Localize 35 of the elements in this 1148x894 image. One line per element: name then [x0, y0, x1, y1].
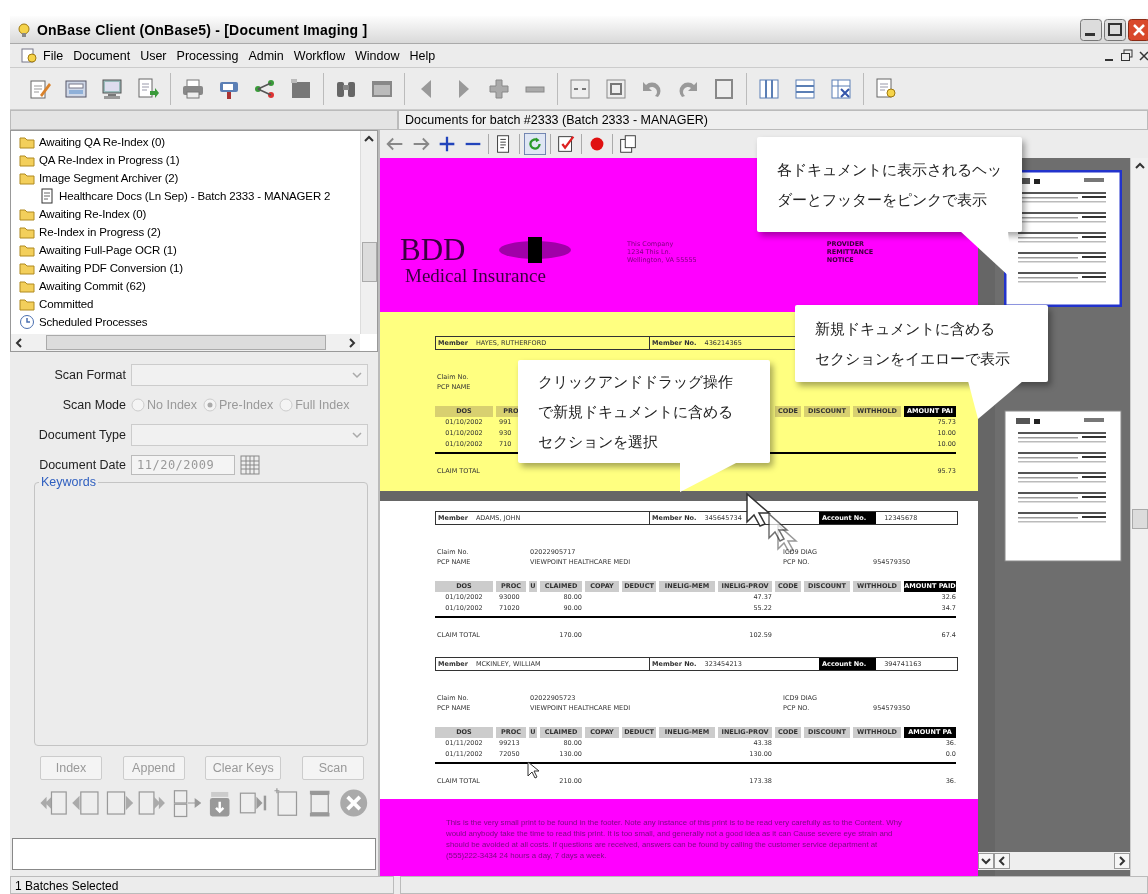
field-label: Scan Mode: [61, 398, 126, 412]
tree-item[interactable]: Committed: [39, 298, 94, 310]
window-title: OnBase Client (OnBase5) - [Document Imaging ]: [37, 21, 369, 38]
menu-item[interactable]: Admin: [243, 46, 289, 65]
tree-item[interactable]: Scheduled Processes: [39, 316, 148, 328]
field-label: Scan Format: [53, 368, 126, 382]
tree-item[interactable]: Image Segment Archiver (2): [39, 172, 179, 184]
menu-item[interactable]: Workflow: [288, 46, 350, 65]
batch-label: Documents for batch #2333 (Batch 2333 - MANAGER): [398, 110, 1148, 130]
radio-label: Pre-Index: [219, 398, 274, 412]
tree-item[interactable]: Re-Index in Progress (2): [39, 226, 161, 238]
menu-item[interactable]: User: [135, 46, 172, 65]
callout-text: 新規ドキュメントに含める セクションをイエローで表示: [815, 319, 1010, 369]
menu-item[interactable]: Window: [350, 46, 405, 65]
tree-item[interactable]: QA Re-Index in Progress (1): [39, 154, 180, 166]
field-label: Document Date: [38, 458, 126, 472]
logo-text: BDD: [400, 234, 467, 266]
status-text: 1 Batches Selected: [10, 876, 394, 894]
logo-subtitle: Medical Insurance: [404, 266, 547, 286]
radio-label: Full Index: [295, 398, 350, 412]
radio-label: No Index: [147, 398, 198, 412]
callout-text: 各ドキュメントに表示されるヘッ ダーとフッターをピンクで表示: [777, 160, 1002, 210]
tree-item[interactable]: Awaiting Re-Index (0): [39, 208, 147, 220]
tree-item[interactable]: Awaiting Commit (62): [39, 280, 146, 292]
menu-item[interactable]: Help: [404, 46, 441, 65]
menu-item[interactable]: Document: [68, 46, 136, 65]
callout-text: クリックアンドドラッグ操作 で新規ドキュメントに含める セクションを選択: [538, 372, 733, 452]
group-label: Keywords: [39, 475, 98, 489]
tree-item[interactable]: Awaiting Full-Page OCR (1): [39, 244, 177, 256]
tree-item[interactable]: Awaiting PDF Conversion (1): [39, 262, 184, 274]
menu-item[interactable]: File: [38, 46, 69, 65]
tree-item[interactable]: Awaiting QA Re-Index (0): [39, 136, 165, 148]
tree-item[interactable]: Healthcare Docs (Ln Sep) - Batch 2333 - MANAGER 2: [59, 190, 331, 202]
field-label: Document Type: [37, 428, 126, 442]
menu-item[interactable]: Processing: [171, 46, 244, 65]
